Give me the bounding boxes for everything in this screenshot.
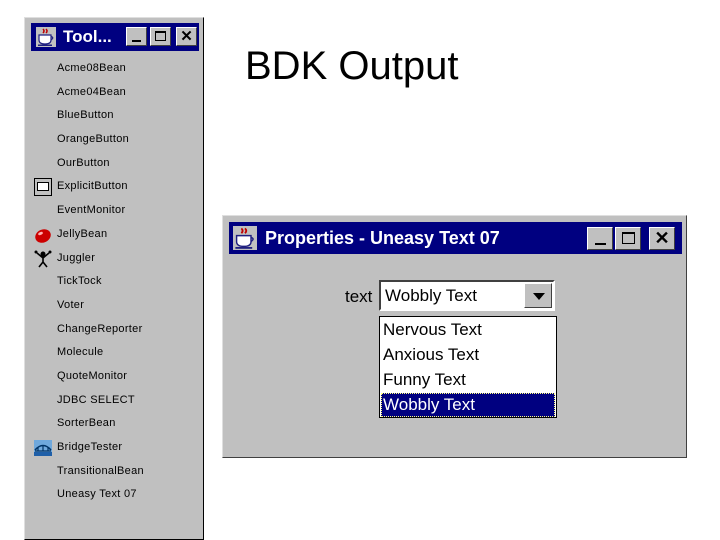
- text-property-label: text: [345, 287, 373, 306]
- list-item[interactable]: TransitionalBean: [31, 461, 199, 485]
- list-item[interactable]: JellyBean: [31, 224, 199, 248]
- list-item[interactable]: OurButton: [31, 153, 199, 177]
- list-item[interactable]: BlueButton: [31, 105, 199, 129]
- jellybean-icon: [35, 229, 51, 243]
- close-icon: ✕: [654, 228, 670, 248]
- selected-value: Wobbly Text: [385, 286, 477, 305]
- dropdown-list: Nervous Text Anxious Text Funny Text Wob…: [379, 316, 557, 418]
- java-cup-icon: [36, 27, 56, 47]
- bean-label: JDBC SELECT: [57, 393, 135, 406]
- list-item[interactable]: JDBC SELECT: [31, 390, 199, 414]
- toolbox-window: Tool... ✕ Acme08Bean Acme04Bean BlueButt…: [24, 17, 204, 540]
- bean-label: Molecule: [57, 346, 104, 359]
- maximize-button[interactable]: [150, 27, 171, 46]
- bean-label: Voter: [57, 298, 85, 311]
- close-button[interactable]: ✕: [649, 227, 675, 250]
- list-item[interactable]: ExplicitButton: [31, 176, 199, 200]
- dropdown-option[interactable]: Anxious Text: [381, 343, 555, 367]
- java-cup-icon: [233, 226, 257, 250]
- list-item[interactable]: OrangeButton: [31, 129, 199, 153]
- properties-title: Properties - Uneasy Text 07: [265, 228, 500, 248]
- text-property-select[interactable]: Wobbly Text: [379, 280, 555, 311]
- maximize-icon: [155, 31, 166, 41]
- bridge-icon: [34, 440, 52, 456]
- bean-label: Acme04Bean: [57, 85, 127, 98]
- maximize-icon: [622, 232, 635, 244]
- list-item[interactable]: EventMonitor: [31, 200, 199, 224]
- dropdown-button[interactable]: [524, 283, 552, 308]
- page-title: BDK Output: [245, 44, 459, 88]
- toolbox-titlebar[interactable]: Tool... ✕: [31, 23, 199, 51]
- bean-label: Juggler: [57, 251, 96, 264]
- list-item[interactable]: ChangeReporter: [31, 319, 199, 343]
- list-item[interactable]: Uneasy Text 07: [31, 484, 199, 508]
- bean-label: ExplicitButton: [57, 180, 128, 193]
- bean-label: OrangeButton: [57, 133, 130, 146]
- list-item[interactable]: Voter: [31, 295, 199, 319]
- list-item[interactable]: Molecule: [31, 342, 199, 366]
- chevron-down-icon: [533, 293, 545, 300]
- bean-label: SorterBean: [57, 417, 116, 430]
- close-button[interactable]: ✕: [176, 27, 197, 46]
- button-icon: [34, 178, 52, 197]
- bean-label: QuoteMonitor: [57, 369, 128, 382]
- minimize-button[interactable]: [587, 227, 613, 250]
- bean-label: EventMonitor: [57, 204, 126, 217]
- close-icon: ✕: [180, 28, 193, 45]
- toolbox-title: Tool...: [63, 27, 112, 46]
- dropdown-option[interactable]: Funny Text: [381, 368, 555, 392]
- bean-label: ChangeReporter: [57, 322, 143, 335]
- maximize-button[interactable]: [615, 227, 641, 250]
- bean-label: OurButton: [57, 156, 110, 169]
- juggler-icon: [34, 250, 52, 267]
- list-item[interactable]: TickTock: [31, 271, 199, 295]
- minimize-icon: [132, 40, 141, 42]
- properties-window: Properties - Uneasy Text 07 ✕ text Wobbl…: [222, 215, 687, 458]
- list-item[interactable]: SorterBean: [31, 413, 199, 437]
- list-item[interactable]: Acme04Bean: [31, 82, 199, 106]
- list-item[interactable]: BridgeTester: [31, 437, 199, 461]
- minimize-button[interactable]: [126, 27, 147, 46]
- bean-list: Acme08Bean Acme04Bean BlueButton OrangeB…: [31, 58, 199, 508]
- properties-titlebar[interactable]: Properties - Uneasy Text 07 ✕: [229, 222, 682, 254]
- list-item[interactable]: Acme08Bean: [31, 58, 199, 82]
- dropdown-option[interactable]: Nervous Text: [381, 318, 555, 342]
- bean-label: TickTock: [57, 275, 102, 288]
- bean-label: Uneasy Text 07: [57, 488, 137, 501]
- bean-label: TransitionalBean: [57, 464, 144, 477]
- bean-label: JellyBean: [57, 227, 108, 240]
- bean-label: BridgeTester: [57, 441, 123, 453]
- list-item[interactable]: QuoteMonitor: [31, 366, 199, 390]
- minimize-icon: [595, 243, 606, 245]
- dropdown-option-selected[interactable]: Wobbly Text: [381, 393, 555, 417]
- bean-label: BlueButton: [57, 109, 114, 122]
- list-item[interactable]: Juggler: [31, 248, 199, 272]
- bean-label: Acme08Bean: [57, 62, 127, 74]
